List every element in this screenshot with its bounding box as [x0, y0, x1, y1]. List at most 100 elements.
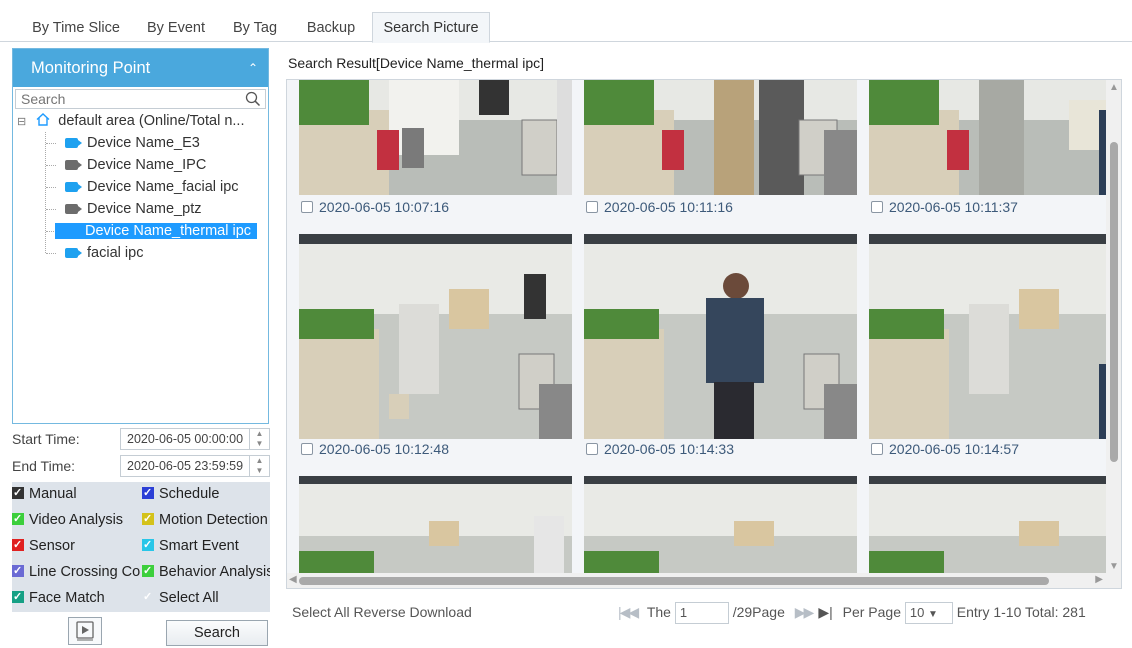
collapse-chevron-icon[interactable]: ⌃ [248, 49, 258, 87]
first-page-icon[interactable]: |◀◀ [618, 604, 639, 620]
result-actions: Select All Reverse Download [292, 600, 472, 624]
device-label-selected: Device Name_thermal ipc [55, 223, 258, 239]
picture-checkbox[interactable] [586, 443, 598, 455]
checkbox-manual[interactable]: Manual [12, 483, 140, 505]
page-number-input[interactable]: 1 [674, 602, 729, 625]
picture-checkbox[interactable] [586, 201, 598, 213]
picture-thumbnail[interactable] [584, 234, 857, 439]
checkbox-select-all[interactable]: Select All [142, 587, 270, 609]
checkbox-line-crossing[interactable]: Line Crossing Co [12, 561, 140, 583]
checkbox-smart-event[interactable]: Smart Event [142, 535, 270, 557]
picture-timestamp[interactable]: 2020-06-05 10:07:16 [301, 197, 449, 217]
reverse-link[interactable]: Reverse [353, 604, 405, 620]
picture-checkbox[interactable] [301, 443, 313, 455]
event-type-filters: Manual Schedule Video Analysis Motion De… [12, 482, 270, 612]
device-item-facial-ipc-2[interactable]: facial ipc [13, 242, 268, 264]
device-search-input[interactable] [16, 90, 236, 108]
left-actions: Search [12, 612, 270, 648]
monitoring-point-header[interactable]: Monitoring Point ⌃ [13, 49, 268, 87]
checkbox-checked-icon [142, 587, 154, 608]
picture-thumbnail[interactable] [869, 80, 1121, 195]
picture-checkbox[interactable] [301, 201, 313, 213]
vertical-scroll-thumb[interactable] [1110, 142, 1118, 462]
picture-timestamp[interactable]: 2020-06-05 10:12:48 [301, 439, 449, 459]
timestamp-text: 2020-06-05 10:14:33 [604, 441, 734, 457]
search-result-title: Search Result[Device Name_thermal ipc] [288, 55, 544, 71]
device-item-facial-ipc[interactable]: Device Name_facial ipc [13, 176, 268, 198]
picture-thumbnail[interactable] [584, 476, 857, 576]
picture-timestamp[interactable]: 2020-06-05 10:11:37 [871, 197, 1018, 217]
picture-thumbnail[interactable] [869, 234, 1121, 439]
device-item-thermal-ipc[interactable]: Device Name_thermal ipc [13, 220, 268, 242]
scroll-right-icon[interactable]: ▶ [1095, 574, 1103, 585]
checkbox-label: Behavior Analysis [159, 564, 270, 580]
horizontal-scrollbar[interactable]: ◀ ▶ [287, 573, 1121, 588]
timestamp-text: 2020-06-05 10:11:37 [889, 199, 1018, 215]
checkbox-checked-icon [142, 509, 154, 530]
picture-checkbox[interactable] [871, 201, 883, 213]
end-time-row: End Time: 2020-06-05 23:59:59 ▲ ▼ [12, 455, 270, 477]
device-label: Device Name_ptz [87, 201, 202, 217]
checkbox-motion-detection[interactable]: Motion Detection [142, 509, 270, 531]
per-page-select[interactable]: 10 ▼ [904, 602, 953, 625]
total-pages-label: /29Page [732, 604, 785, 620]
tab-search-picture[interactable]: Search Picture [372, 12, 490, 43]
collapse-minus-icon[interactable]: ⊟ [17, 116, 26, 128]
vertical-scrollbar[interactable]: ▲ ▼ [1106, 80, 1121, 574]
picture-timestamp[interactable]: 2020-06-05 10:14:33 [586, 439, 734, 459]
start-time-spinner[interactable]: ▲ ▼ [249, 429, 269, 449]
select-all-link[interactable]: Select All [292, 604, 350, 620]
checkbox-label: Line Crossing Co [29, 564, 140, 580]
end-time-label: End Time: [12, 458, 76, 474]
tree-area-row[interactable]: ⊟ default area (Online/Total n... [13, 110, 268, 132]
checkbox-checked-icon [142, 535, 154, 556]
picture-thumbnail[interactable] [869, 476, 1121, 576]
picture-thumbnail[interactable] [299, 476, 572, 576]
search-button[interactable]: Search [166, 620, 268, 646]
checkbox-checked-icon [12, 561, 24, 582]
picture-timestamp[interactable]: 2020-06-05 10:11:16 [586, 197, 733, 217]
checkbox-label: Select All [159, 590, 219, 606]
scroll-up-icon[interactable]: ▲ [1109, 82, 1119, 93]
timestamp-text: 2020-06-05 10:11:16 [604, 199, 733, 215]
device-label: Device Name_facial ipc [87, 179, 239, 195]
device-item-ptz[interactable]: Device Name_ptz [13, 198, 268, 220]
device-tree: ⊟ default area (Online/Total n... Device… [13, 110, 268, 264]
device-item-ipc[interactable]: Device Name_IPC [13, 154, 268, 176]
end-time-field[interactable]: 2020-06-05 23:59:59 ▲ ▼ [120, 455, 270, 477]
last-page-icon[interactable]: ▶| [818, 604, 832, 620]
picture-thumbnail[interactable] [299, 80, 572, 195]
device-label: Device Name_IPC [87, 157, 207, 173]
tab-bar: By Time Slice By Event By Tag Backup Sea… [0, 0, 1132, 43]
page-the-label: The [646, 604, 671, 620]
tab-by-time-slice[interactable]: By Time Slice [24, 14, 128, 42]
tab-by-event[interactable]: By Event [138, 14, 214, 42]
per-page-label: Per Page [842, 604, 901, 620]
checkbox-sensor[interactable]: Sensor [12, 535, 140, 557]
horizontal-scroll-thumb[interactable] [299, 577, 1049, 585]
end-time-spinner[interactable]: ▲ ▼ [249, 456, 269, 476]
playback-button[interactable] [68, 617, 102, 645]
next-page-icon[interactable]: ▶▶ [795, 604, 814, 620]
device-item-e3[interactable]: Device Name_E3 [13, 132, 268, 154]
picture-thumbnail[interactable] [584, 80, 857, 195]
tab-backup[interactable]: Backup [296, 14, 366, 42]
checkbox-video-analysis[interactable]: Video Analysis [12, 509, 140, 531]
device-label: Device Name_E3 [87, 135, 200, 151]
scroll-down-icon[interactable]: ▼ [1109, 561, 1119, 572]
start-time-field[interactable]: 2020-06-05 00:00:00 ▲ ▼ [120, 428, 270, 450]
picture-thumbnail[interactable] [299, 234, 572, 439]
tab-by-tag[interactable]: By Tag [222, 14, 288, 42]
scroll-left-icon[interactable]: ◀ [289, 574, 297, 585]
checkbox-behavior-analysis[interactable]: Behavior Analysis [142, 561, 270, 583]
checkbox-checked-icon [142, 561, 154, 582]
checkbox-face-match[interactable]: Face Match [12, 587, 140, 609]
camera-online-icon [65, 248, 82, 259]
camera-online-icon [65, 182, 82, 193]
download-link[interactable]: Download [410, 604, 472, 620]
search-icon[interactable] [245, 91, 261, 107]
picture-timestamp[interactable]: 2020-06-05 10:14:57 [871, 439, 1019, 459]
checkbox-label: Motion Detection [159, 512, 268, 528]
picture-checkbox[interactable] [871, 443, 883, 455]
checkbox-schedule[interactable]: Schedule [142, 483, 270, 505]
